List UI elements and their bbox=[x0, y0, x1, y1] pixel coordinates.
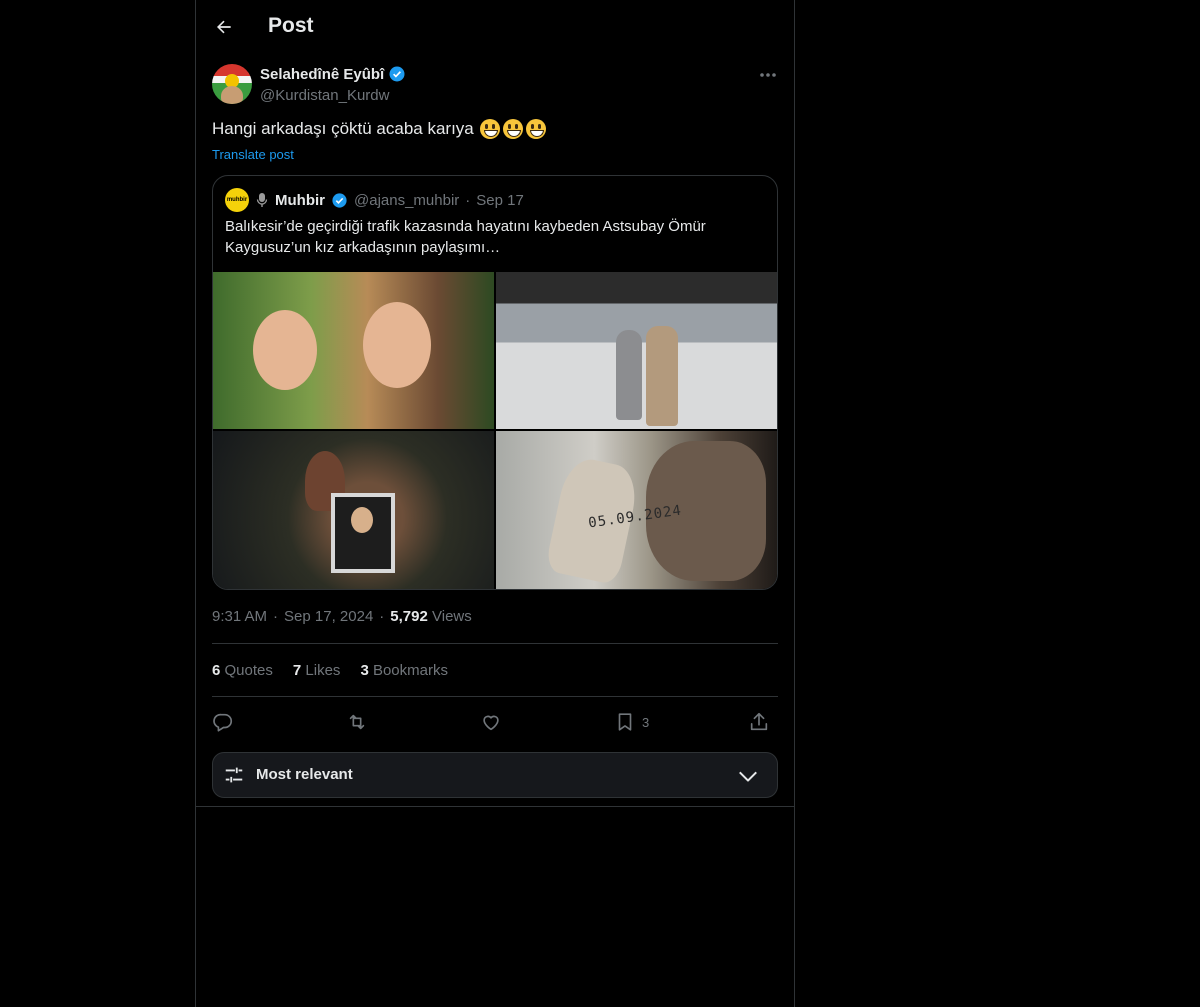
author-avatar[interactable] bbox=[212, 64, 252, 104]
share-button[interactable] bbox=[748, 708, 770, 736]
reply-button[interactable] bbox=[212, 708, 234, 736]
post-column: Post Selahedînê Eyûbî @Kurdistan_Kurdw H… bbox=[195, 0, 795, 1007]
author-name[interactable]: Selahedînê Eyûbî bbox=[260, 66, 384, 83]
like-icon bbox=[483, 715, 499, 731]
views-count: 5,792 Views bbox=[390, 608, 472, 625]
quoted-post[interactable]: muhbir Muhbir @ajans_muhbir · Sep 17 Bal… bbox=[212, 175, 778, 590]
photo-couple-mirror[interactable] bbox=[496, 272, 777, 429]
photo-memorial-portrait[interactable] bbox=[213, 431, 494, 589]
quoted-author-name: Muhbir bbox=[275, 191, 325, 209]
post-time[interactable]: 9:31 AM bbox=[212, 608, 267, 625]
photo-sock-date[interactable]: 05.09.2024 bbox=[496, 431, 777, 589]
separator-dot: · bbox=[379, 608, 385, 625]
translate-post-link[interactable]: Translate post bbox=[212, 147, 294, 162]
grinning-face-emoji bbox=[525, 119, 546, 139]
bookmarks-stat[interactable]: 3 Bookmarks bbox=[360, 662, 448, 679]
divider bbox=[212, 696, 778, 697]
back-button[interactable] bbox=[210, 13, 238, 41]
chevron-down-icon bbox=[739, 771, 757, 782]
share-icon bbox=[750, 712, 768, 731]
post-text: Hangi arkadaşı çöktü acaba karıya bbox=[212, 119, 546, 139]
quoted-avatar[interactable]: muhbir bbox=[225, 188, 249, 212]
post-stats: 6 Quotes 7 Likes 3 Bookmarks bbox=[212, 662, 448, 679]
page-title: Post bbox=[268, 14, 314, 37]
post-meta: 9:31 AM · Sep 17, 2024 · 5,792 Views bbox=[212, 608, 472, 625]
grinning-face-emoji bbox=[479, 119, 500, 139]
bookmark-icon bbox=[618, 713, 632, 731]
quoted-media-grid: 05.09.2024 bbox=[213, 272, 777, 589]
likes-stat[interactable]: 7 Likes bbox=[293, 662, 341, 679]
back-arrow-icon bbox=[217, 20, 231, 34]
verified-badge-icon bbox=[332, 192, 347, 208]
photo-couple-selfie[interactable] bbox=[213, 272, 494, 429]
repost-button[interactable] bbox=[346, 708, 368, 736]
action-bar: 3 bbox=[212, 708, 778, 736]
author-name-row[interactable]: Selahedînê Eyûbî bbox=[260, 65, 406, 83]
quoted-date: Sep 17 bbox=[476, 191, 524, 209]
like-button[interactable] bbox=[480, 708, 502, 736]
verified-badge-icon bbox=[389, 66, 405, 82]
bookmark-count: 3 bbox=[642, 714, 650, 730]
separator-dot: · bbox=[273, 608, 279, 625]
sort-label: Most relevant bbox=[256, 766, 353, 783]
grinning-face-emoji bbox=[502, 119, 523, 139]
post-header: Post bbox=[196, 0, 794, 54]
post-date[interactable]: Sep 17, 2024 bbox=[284, 608, 373, 625]
emoji-group bbox=[479, 119, 546, 139]
quotes-stat[interactable]: 6 Quotes bbox=[212, 662, 273, 679]
quoted-post-header: muhbir Muhbir @ajans_muhbir · Sep 17 bbox=[225, 188, 524, 212]
post-text-content: Hangi arkadaşı çöktü acaba karıya bbox=[212, 119, 474, 138]
quoted-handle: @ajans_muhbir bbox=[354, 191, 460, 209]
divider bbox=[196, 806, 794, 807]
more-icon bbox=[760, 73, 776, 77]
separator-dot: · bbox=[465, 191, 471, 209]
quoted-text: Balıkesir’de geçirdiği trafik kazasında … bbox=[225, 218, 706, 256]
reply-icon bbox=[213, 713, 233, 732]
more-button[interactable] bbox=[756, 64, 780, 86]
reply-sort-dropdown[interactable]: Most relevant bbox=[212, 752, 778, 798]
sliders-icon bbox=[225, 767, 243, 783]
microphone-icon bbox=[255, 191, 269, 209]
divider bbox=[212, 643, 778, 644]
bookmark-button[interactable]: 3 bbox=[614, 708, 649, 736]
author-handle[interactable]: @Kurdistan_Kurdw bbox=[260, 87, 389, 104]
repost-icon bbox=[349, 714, 365, 730]
